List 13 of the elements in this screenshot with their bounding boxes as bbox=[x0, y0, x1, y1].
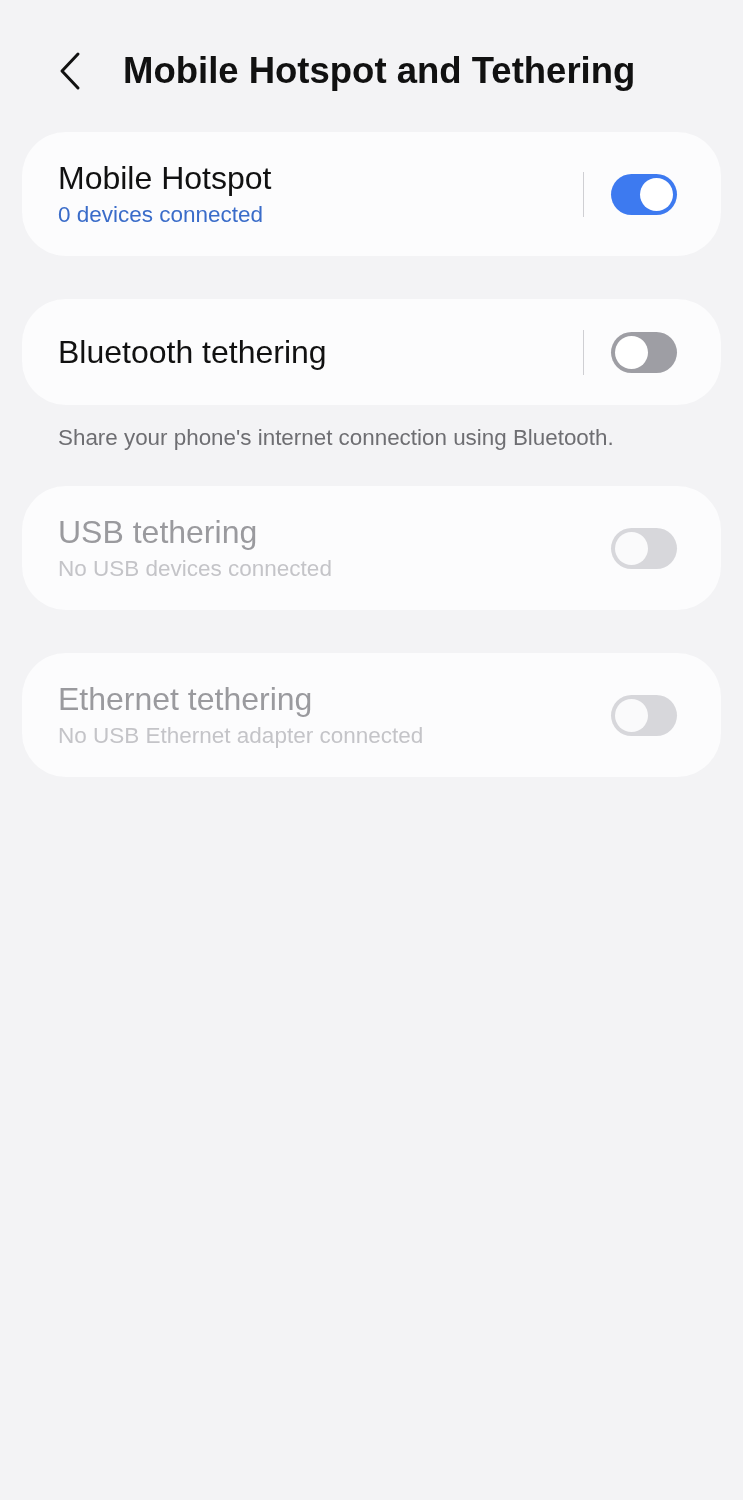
setting-status: No USB devices connected bbox=[58, 555, 333, 583]
page-title: Mobile Hotspot and Tethering bbox=[123, 50, 636, 92]
setting-title: Ethernet tethering bbox=[58, 680, 314, 718]
toggle-switch[interactable] bbox=[611, 331, 677, 373]
setting-card[interactable]: Mobile Hotspot 0 devices connected bbox=[22, 132, 721, 256]
setting-status: 0 devices connected bbox=[58, 201, 265, 229]
setting-title: Mobile Hotspot bbox=[58, 159, 273, 197]
setting-description: Share your phone's internet connection using Bluetooth. bbox=[58, 424, 615, 452]
setting-card[interactable]: Bluetooth tethering bbox=[22, 299, 721, 405]
setting-title: USB tethering bbox=[58, 513, 259, 551]
setting-status: No USB Ethernet adapter connected bbox=[58, 722, 425, 750]
toggle-switch[interactable] bbox=[611, 173, 677, 215]
setting-title: Bluetooth tethering bbox=[58, 333, 328, 371]
